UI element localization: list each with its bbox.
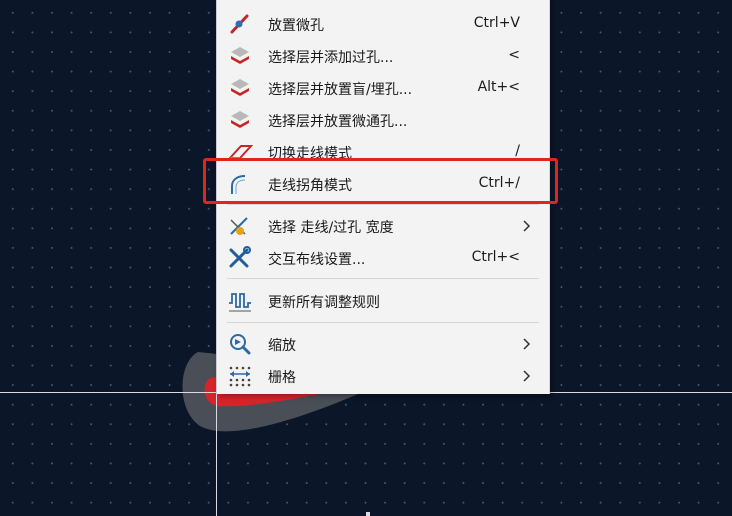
menu-item-label: 选择 走线/过孔 宽度 <box>268 220 394 236</box>
menu-item-place-microvia[interactable]: 放置微孔 Ctrl+V <box>217 8 549 40</box>
menu-separator <box>227 204 539 205</box>
menu-item-select-layer-microvia[interactable]: 选择层并放置微通孔... <box>217 104 549 136</box>
layer-stack-icon <box>231 47 249 64</box>
menu-item-label: 放置微孔 <box>268 18 324 34</box>
menu-item-label: 交互布线设置... <box>268 252 366 268</box>
micro-via-icon <box>230 14 249 34</box>
menu-separator <box>227 278 539 279</box>
menu-item-shortcut: < <box>508 47 520 63</box>
menu-item-label: 选择层并放置盲/埋孔... <box>268 82 413 98</box>
chevron-right-icon <box>523 338 531 350</box>
menu-item-shortcut: Alt+< <box>477 79 520 95</box>
menu-item-select-layer-blind-via[interactable]: 选择层并放置盲/埋孔... Alt+< <box>217 72 549 104</box>
menu-item-select-layer-add-via[interactable]: 选择层并添加过孔... < <box>217 40 549 72</box>
menu-item-grid[interactable]: 栅格 <box>217 360 549 392</box>
menu-item-label: 缩放 <box>268 338 296 354</box>
menu-separator <box>227 322 539 323</box>
highlight-box <box>203 158 558 204</box>
chevron-right-icon <box>523 370 531 382</box>
menu-item-shortcut: Ctrl+V <box>473 15 520 31</box>
layer-stack-icon <box>231 79 249 96</box>
menu-item-shortcut: / <box>515 143 520 159</box>
layer-stack-icon <box>231 111 249 128</box>
menu-item-select-track-via-width[interactable]: 选择 走线/过孔 宽度 <box>217 210 549 242</box>
menu-item-shortcut: Ctrl+< <box>471 249 520 265</box>
meander-icon <box>229 293 251 312</box>
zoom-icon <box>230 334 251 355</box>
grid-icon <box>229 366 251 387</box>
menu-item-update-tuning-rules[interactable]: 更新所有调整规则 <box>217 285 549 317</box>
menu-item-label: 选择层并添加过孔... <box>268 50 394 66</box>
menu-item-zoom[interactable]: 缩放 <box>217 328 549 360</box>
menu-item-interactive-router-settings[interactable]: 交互布线设置... Ctrl+< <box>217 242 549 274</box>
tools-icon <box>229 246 251 268</box>
menu-item-label: 选择层并放置微通孔... <box>268 114 408 130</box>
track-width-icon <box>230 217 248 235</box>
menu-item-label: 更新所有调整规则 <box>268 295 380 311</box>
chevron-right-icon <box>523 220 531 232</box>
cursor-marker <box>366 512 370 516</box>
menu-item-label: 栅格 <box>268 370 296 386</box>
